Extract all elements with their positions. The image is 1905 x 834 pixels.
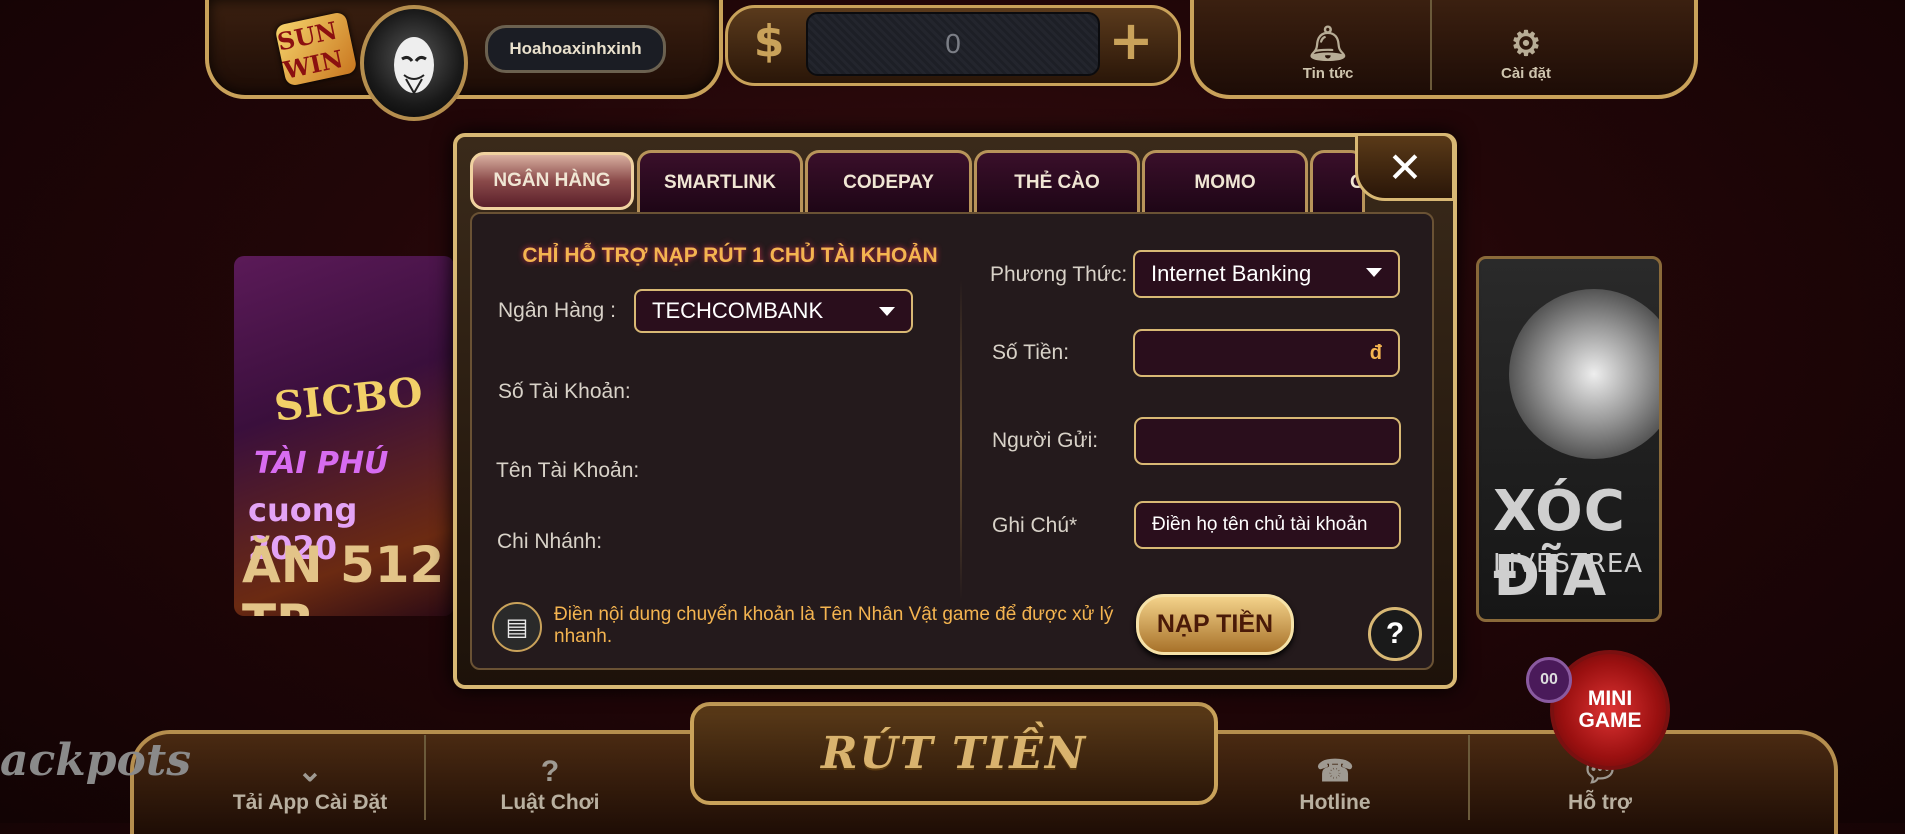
gear-icon: ⚙︎ (1510, 25, 1542, 63)
currency-symbol: đ (1369, 342, 1382, 364)
support-label: Hỗ trợ (1568, 791, 1632, 814)
telephone-icon: ☎ (1316, 755, 1354, 788)
document-icon: ▤ (492, 602, 542, 652)
column-divider (960, 280, 962, 600)
tab-card[interactable]: THẺ CÀO (974, 150, 1140, 212)
amount-field[interactable]: đ (1133, 329, 1400, 377)
method-label: Phương Thức: (990, 263, 1128, 286)
rules-button[interactable]: ? Luật Chơi (470, 745, 630, 815)
amount-label: Số Tiền: (992, 341, 1070, 364)
close-button[interactable]: ✕ (1355, 133, 1455, 201)
account-number-label: Số Tài Khoản: (498, 380, 631, 403)
download-label: Tải App Cài Đặt (232, 791, 388, 814)
bell-icon: 🔔︎ (1306, 25, 1350, 63)
deposit-submit-button[interactable]: NẠP TIỀN (1136, 594, 1294, 655)
news-button[interactable]: 🔔︎ Tin tức (1248, 12, 1408, 82)
username-display: Hoahoaxinhxinh (485, 25, 666, 73)
banner-left-line-2: TÀI PHÚ (254, 446, 389, 481)
help-button[interactable]: ? (1368, 607, 1422, 661)
hotline-label: Hotline (1299, 791, 1371, 814)
download-icon: ⌄ (297, 755, 323, 788)
tab-momo[interactable]: MOMO (1142, 150, 1308, 212)
dollar-icon: $ (753, 15, 785, 67)
settings-label: Cài đặt (1500, 65, 1551, 82)
minigame-label: MINI GAME (1578, 686, 1642, 732)
note-field[interactable]: Điền họ tên chủ tài khoản (1134, 501, 1401, 549)
account-name-label: Tên Tài Khoản: (496, 459, 640, 482)
note-placeholder: Điền họ tên chủ tài khoản (1152, 514, 1368, 535)
close-icon: ✕ (1387, 142, 1423, 192)
method-select-value: Internet Banking (1151, 261, 1312, 286)
news-label: Tin tức (1302, 65, 1354, 82)
tab-codepay[interactable]: CODEPAY (805, 150, 972, 212)
jackpots-button[interactable]: ackpots (0, 705, 191, 815)
branch-label: Chi Nhánh: (497, 530, 603, 553)
single-account-notice: CHỈ HỖ TRỢ NẠP RÚT 1 CHỦ TÀI KHOẢN (522, 244, 938, 267)
bottom-divider-2 (1468, 735, 1470, 820)
tab-smartlink[interactable]: SMARTLINK (637, 150, 803, 212)
rules-book-icon: ? (540, 755, 560, 788)
xoc-dia-banner[interactable]: XÓC ĐĨA LIVESTREA (1476, 256, 1662, 622)
transfer-content-hint: Điền nội dung chuyển khoản là Tên Nhân V… (554, 604, 1114, 647)
avatar[interactable] (360, 5, 468, 121)
bank-label: Ngân Hàng : (498, 299, 616, 322)
rules-label: Luật Chơi (500, 791, 600, 814)
sicbo-banner[interactable]: SICBO TÀI PHÚ cuong 2020 ĂN 512 TR (234, 256, 454, 616)
mask-avatar-icon (394, 37, 434, 96)
sender-field[interactable] (1134, 417, 1401, 465)
note-label: Ghi Chú* (992, 514, 1078, 537)
download-app-button[interactable]: ⌄ Tải App Cài Đặt (210, 745, 410, 815)
top-divider (1430, 0, 1432, 90)
add-funds-button[interactable]: + (1100, 10, 1162, 72)
banner-left-line-4: ĂN 512 TR (242, 536, 445, 616)
banner-right-line-2: LIVESTREA (1493, 549, 1644, 579)
withdraw-button[interactable]: RÚT TIỀN (690, 702, 1218, 805)
bottom-divider-1 (424, 735, 426, 820)
bank-select-value: TECHCOMBANK (652, 298, 824, 323)
banner-right-line-1: XÓC ĐĨA (1493, 479, 1626, 609)
tab-bank[interactable]: NGÂN HÀNG (470, 152, 634, 210)
settings-button[interactable]: ⚙︎ Cài đặt (1446, 12, 1606, 82)
chevron-down-icon (1366, 268, 1382, 277)
withdraw-label: RÚT TIỀN (820, 728, 1088, 779)
chevron-down-icon (879, 307, 895, 316)
minigame-counter-badge: 00 (1526, 657, 1572, 703)
sender-label: Người Gửi: (992, 429, 1099, 452)
balance-value: 0 (806, 12, 1100, 76)
coin-image (1509, 289, 1659, 459)
bank-select[interactable]: TECHCOMBANK (634, 289, 913, 333)
banner-left-line-1: SICBO (271, 368, 425, 431)
hotline-button[interactable]: ☎ Hotline (1260, 745, 1410, 815)
method-select[interactable]: Internet Banking (1133, 250, 1400, 298)
